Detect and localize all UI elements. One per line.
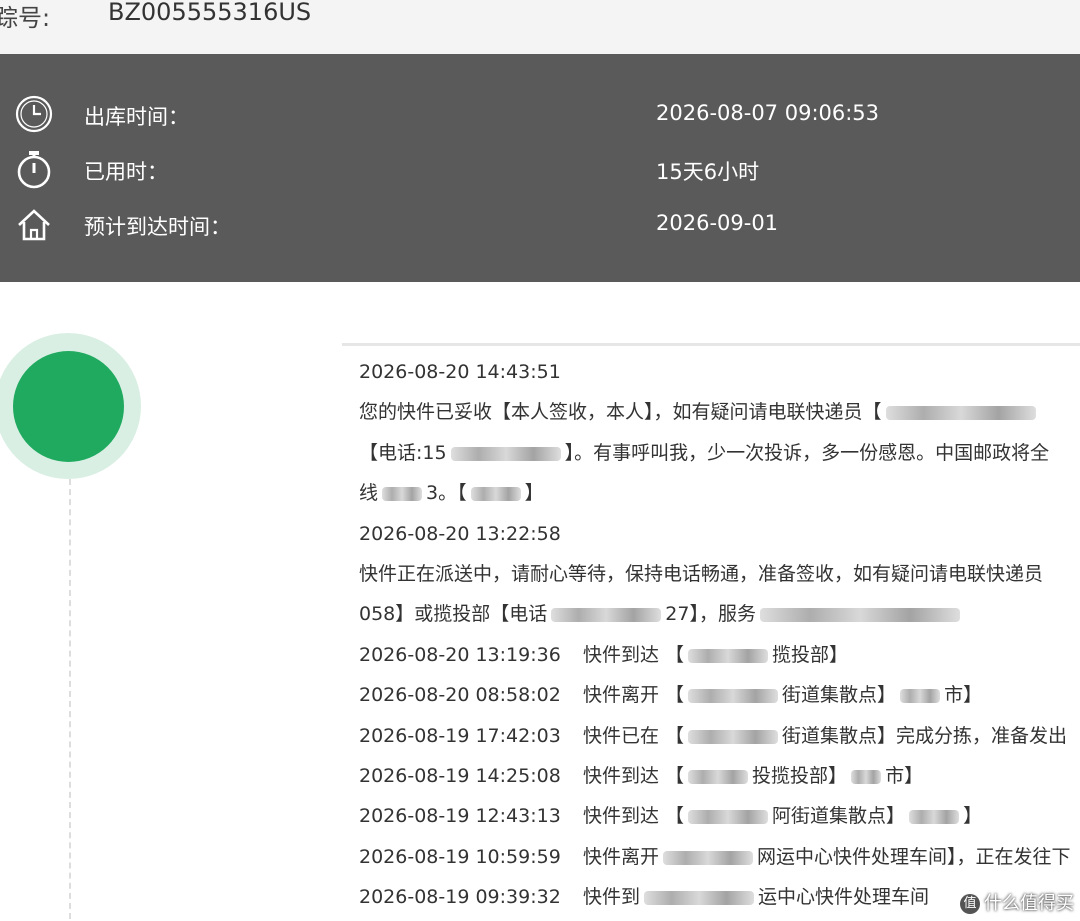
event-row: 2026-08-19 14:25:08 快件到达 【投揽投部】 市】 (359, 765, 924, 787)
redacted-text (909, 809, 960, 824)
redacted-text (551, 607, 662, 622)
event-time: 2026-08-20 13:22:58 (359, 523, 561, 545)
summary-value: 2026-09-01 (656, 211, 779, 235)
event-row: 2026-08-19 12:43:13 快件到达 【阿街道集散点】】 (359, 805, 983, 827)
redacted-text (688, 769, 749, 784)
redacted-text (470, 486, 521, 501)
tracking-events-panel: 2026-08-20 14:43:51 您的快件已妥收【本人签收，本人】，如有疑… (342, 343, 1080, 921)
timeline-marker-dot (13, 351, 124, 462)
summary-row-elapsed: 已用时： 15天6小时 (0, 149, 1080, 189)
event-row: 2026-08-19 09:39:32 快件到 运中心快件处理车间 (359, 886, 930, 908)
redacted-text (663, 850, 754, 865)
redacted-text (688, 688, 779, 703)
redacted-text (688, 648, 769, 663)
summary-label: 预计到达时间： (84, 215, 231, 239)
tracking-label: 踪号: (0, 4, 51, 32)
redacted-text (885, 405, 1036, 420)
event-row: 2026-08-19 17:42:03 快件已在 【街道集散点】完成分拣，准备发出 (359, 725, 1068, 747)
event-detail: 058】或揽投部【电话 27】，服务 (359, 599, 964, 629)
summary-row-eta: 预计到达时间： 2026-09-01 (0, 204, 1080, 244)
tracking-number[interactable]: BZ005555316US (108, 0, 311, 26)
redacted-text (644, 890, 755, 905)
shipment-summary: 出库时间： 2026-08-07 09:06:53 已用时： 15天6小时 预计… (0, 54, 1080, 282)
summary-label: 出库时间： (84, 105, 189, 129)
redacted-text (450, 446, 561, 461)
event-row: 2026-08-19 10:59:59 快件离开 网运中心快件处理车间】，正在发往下 (359, 846, 1071, 868)
redacted-text (382, 486, 423, 501)
event-row: 2026-08-20 08:58:02 快件离开 【街道集散点】 市】 (359, 684, 983, 706)
redacted-text (851, 769, 882, 784)
watermark-logo-icon: 值 (960, 894, 980, 914)
event-detail: 快件正在派送中，请耐心等待，保持电话畅通，准备签收，如有疑问请电联快递员 (359, 563, 1044, 585)
clock-icon (14, 94, 54, 134)
event-time: 2026-08-20 14:43:51 (359, 361, 561, 383)
summary-label: 已用时： (84, 160, 168, 184)
redacted-text (688, 729, 779, 744)
tracking-header: 踪号: BZ005555316US (0, 0, 1080, 54)
event-detail: 【电话:15 】。有事呼叫我，少一次投诉，多一份感恩。中国邮政将全 (359, 442, 1050, 464)
home-icon (14, 204, 54, 244)
timeline-dashed-line (69, 479, 71, 919)
redacted-text (688, 809, 769, 824)
redacted-text (900, 688, 941, 703)
redacted-text (759, 607, 960, 622)
event-detail: 线 3。【】 (359, 482, 544, 504)
summary-row-outbound: 出库时间： 2026-08-07 09:06:53 (0, 94, 1080, 134)
event-detail: 您的快件已妥收【本人签收，本人】，如有疑问请电联快递员【 (359, 397, 1040, 427)
summary-value: 15天6小时 (656, 160, 760, 184)
watermark: 值什么值得买 (960, 889, 1074, 915)
summary-value: 2026-08-07 09:06:53 (656, 101, 880, 125)
stopwatch-icon (14, 149, 54, 189)
event-row: 2026-08-20 13:19:36 快件到达 【揽投部】 (359, 644, 849, 666)
